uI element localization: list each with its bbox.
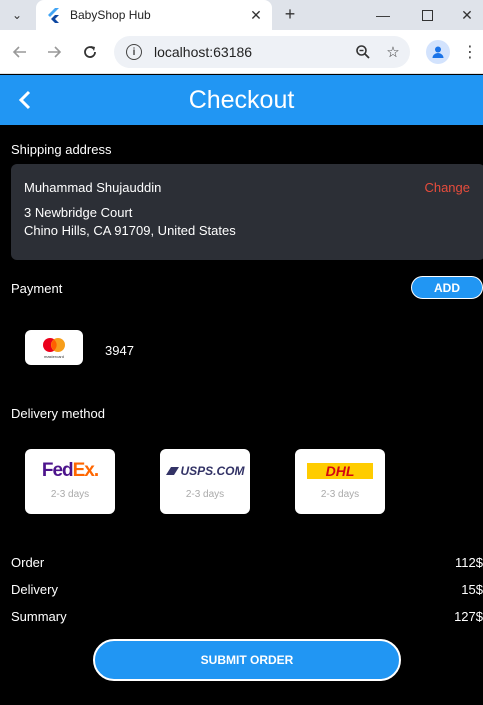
- browser-tab-bar: ⌄ BabyShop Hub ✕ + — ✕: [0, 0, 483, 30]
- change-address-link[interactable]: Change: [424, 180, 470, 195]
- delivery-days: 2-3 days: [50, 489, 90, 500]
- summary-value: 127$: [454, 609, 483, 624]
- delivery-option-fedex[interactable]: FedEx. 2-3 days: [25, 449, 115, 514]
- address-bar[interactable]: i localhost:63186 ☆: [114, 36, 410, 68]
- more-vert-icon[interactable]: ⋮: [462, 40, 478, 64]
- zoom-icon[interactable]: [350, 39, 376, 65]
- mastercard-logo-text: mastercard: [44, 354, 64, 359]
- order-value: 112$: [455, 555, 483, 570]
- usps-logo-text: USPS.COM: [180, 464, 245, 478]
- summary-label: Summary: [11, 609, 67, 624]
- browser-tab[interactable]: BabyShop Hub ✕: [36, 0, 272, 30]
- delivery-days: 2-3 days: [185, 489, 225, 500]
- close-icon[interactable]: ✕: [246, 5, 266, 25]
- forward-arrow-icon[interactable]: [40, 38, 68, 66]
- info-icon[interactable]: i: [126, 44, 142, 60]
- dhl-logo: DHL: [295, 459, 385, 483]
- plus-icon[interactable]: +: [278, 2, 302, 26]
- back-arrow-icon[interactable]: [6, 38, 34, 66]
- address-card: Muhammad Shujauddin Change 3 Newbridge C…: [11, 164, 483, 260]
- address-line-2: Chino Hills, CA 91709, United States: [24, 223, 236, 238]
- fedex-logo: FedEx.: [25, 459, 115, 483]
- payment-label: Payment: [11, 281, 63, 296]
- delivery-label: Delivery: [11, 582, 58, 597]
- tab-title: BabyShop Hub: [70, 8, 151, 22]
- delivery-option-usps[interactable]: USPS.COM 2-3 days: [160, 449, 250, 514]
- fedex-logo-fed: Fed: [41, 460, 74, 481]
- tab-dropdown-icon[interactable]: ⌄: [6, 4, 28, 26]
- delivery-days: 2-3 days: [320, 489, 360, 500]
- fedex-logo-ex: Ex.: [72, 460, 100, 481]
- order-label: Order: [11, 555, 45, 570]
- close-window-icon[interactable]: ✕: [451, 0, 483, 30]
- card-number: 3947: [105, 343, 134, 358]
- add-payment-button[interactable]: ADD: [411, 276, 483, 299]
- reload-icon[interactable]: [76, 38, 104, 66]
- maximize-icon[interactable]: [407, 0, 447, 30]
- delivery-value: 15$: [461, 582, 483, 597]
- star-icon[interactable]: ☆: [380, 39, 406, 65]
- delivery-option-dhl[interactable]: DHL 2-3 days: [295, 449, 385, 514]
- recipient-name: Muhammad Shujauddin: [24, 180, 162, 195]
- app-bar: Checkout: [0, 75, 483, 125]
- profile-icon[interactable]: [426, 40, 450, 64]
- delivery-method-label: Delivery method: [11, 406, 105, 421]
- flutter-favicon: [48, 8, 59, 23]
- page-title: Checkout: [188, 86, 295, 114]
- minimize-icon[interactable]: —: [363, 0, 403, 30]
- submit-order-button[interactable]: SUBMIT ORDER: [93, 639, 401, 681]
- browser-toolbar: i localhost:63186 ☆ ⋮: [0, 30, 483, 74]
- mastercard-logo[interactable]: mastercard: [25, 330, 83, 365]
- dhl-logo-text: DHL: [325, 463, 355, 479]
- address-line-1: 3 Newbridge Court: [24, 205, 133, 220]
- usps-logo: USPS.COM: [160, 459, 250, 483]
- shipping-address-label: Shipping address: [11, 142, 112, 157]
- url-text[interactable]: localhost:63186: [154, 44, 350, 60]
